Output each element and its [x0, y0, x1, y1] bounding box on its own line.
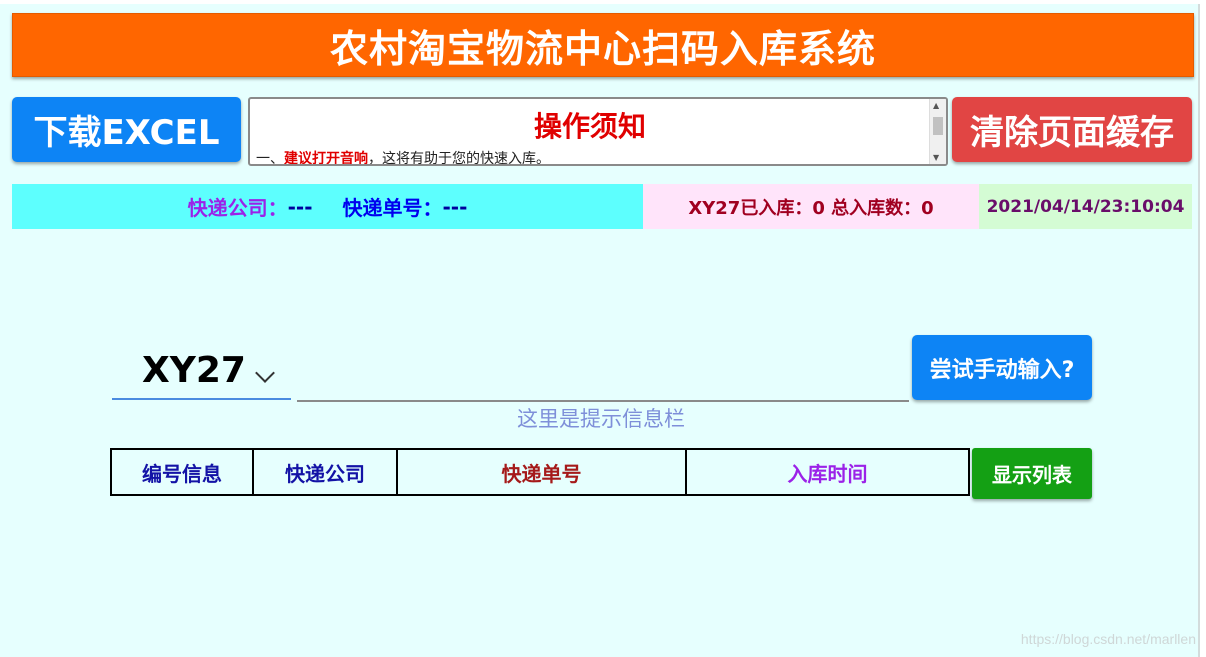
chevron-down-icon[interactable] — [255, 363, 275, 383]
stock-count: XY27已入库：0 总入库数：0 — [643, 184, 979, 229]
clear-cache-button[interactable]: 清除页面缓存 — [952, 97, 1192, 162]
barcode-input[interactable] — [297, 350, 909, 402]
column-header-tracking: 快递单号 — [398, 448, 687, 496]
column-header-time: 入库时间 — [687, 448, 970, 496]
show-list-button[interactable]: 显示列表 — [972, 448, 1092, 499]
column-header-id: 编号信息 — [110, 448, 254, 496]
watermark: https://blog.csdn.net/marllen — [1020, 631, 1196, 647]
notice-line-prefix: 一、 — [256, 151, 284, 166]
notice-line-rest: ，这将有助于您的快速入库。 — [368, 151, 550, 166]
download-excel-button[interactable]: 下载EXCEL — [12, 97, 241, 162]
company-label: 快递公司： — [187, 196, 288, 220]
company-value: --- — [287, 194, 313, 219]
scan-result-panel: 快递公司： --- 快递单号： --- — [12, 184, 643, 229]
notice-scrollbar[interactable]: ▲ ▼ — [929, 99, 946, 164]
scroll-thumb[interactable] — [933, 117, 943, 135]
station-select[interactable]: XY27 — [112, 350, 291, 400]
notice-text: 一、建议打开音响，这将有助于您的快速入库。 — [256, 148, 550, 166]
notice-box[interactable]: 操作须知 一、建议打开音响，这将有助于您的快速入库。 ▲ ▼ — [248, 97, 948, 166]
hint-message: 这里是提示信息栏 — [517, 407, 685, 431]
scroll-down-icon[interactable]: ▼ — [933, 153, 939, 162]
station-select-value: XY27 — [142, 350, 246, 391]
column-header-company: 快递公司 — [254, 448, 398, 496]
notice-title: 操作须知 — [533, 110, 646, 143]
notice-line-warning: 建议打开音响 — [284, 151, 368, 166]
datetime-display: 2021/04/14/23:10:04 — [979, 184, 1192, 229]
tracking-label: 快递单号： — [342, 196, 443, 220]
app-title: 农村淘宝物流中心扫码入库系统 — [12, 13, 1194, 77]
tracking-value: --- — [442, 194, 468, 219]
scroll-up-icon[interactable]: ▲ — [933, 101, 939, 110]
manual-input-button[interactable]: 尝试手动输入? — [912, 335, 1092, 400]
